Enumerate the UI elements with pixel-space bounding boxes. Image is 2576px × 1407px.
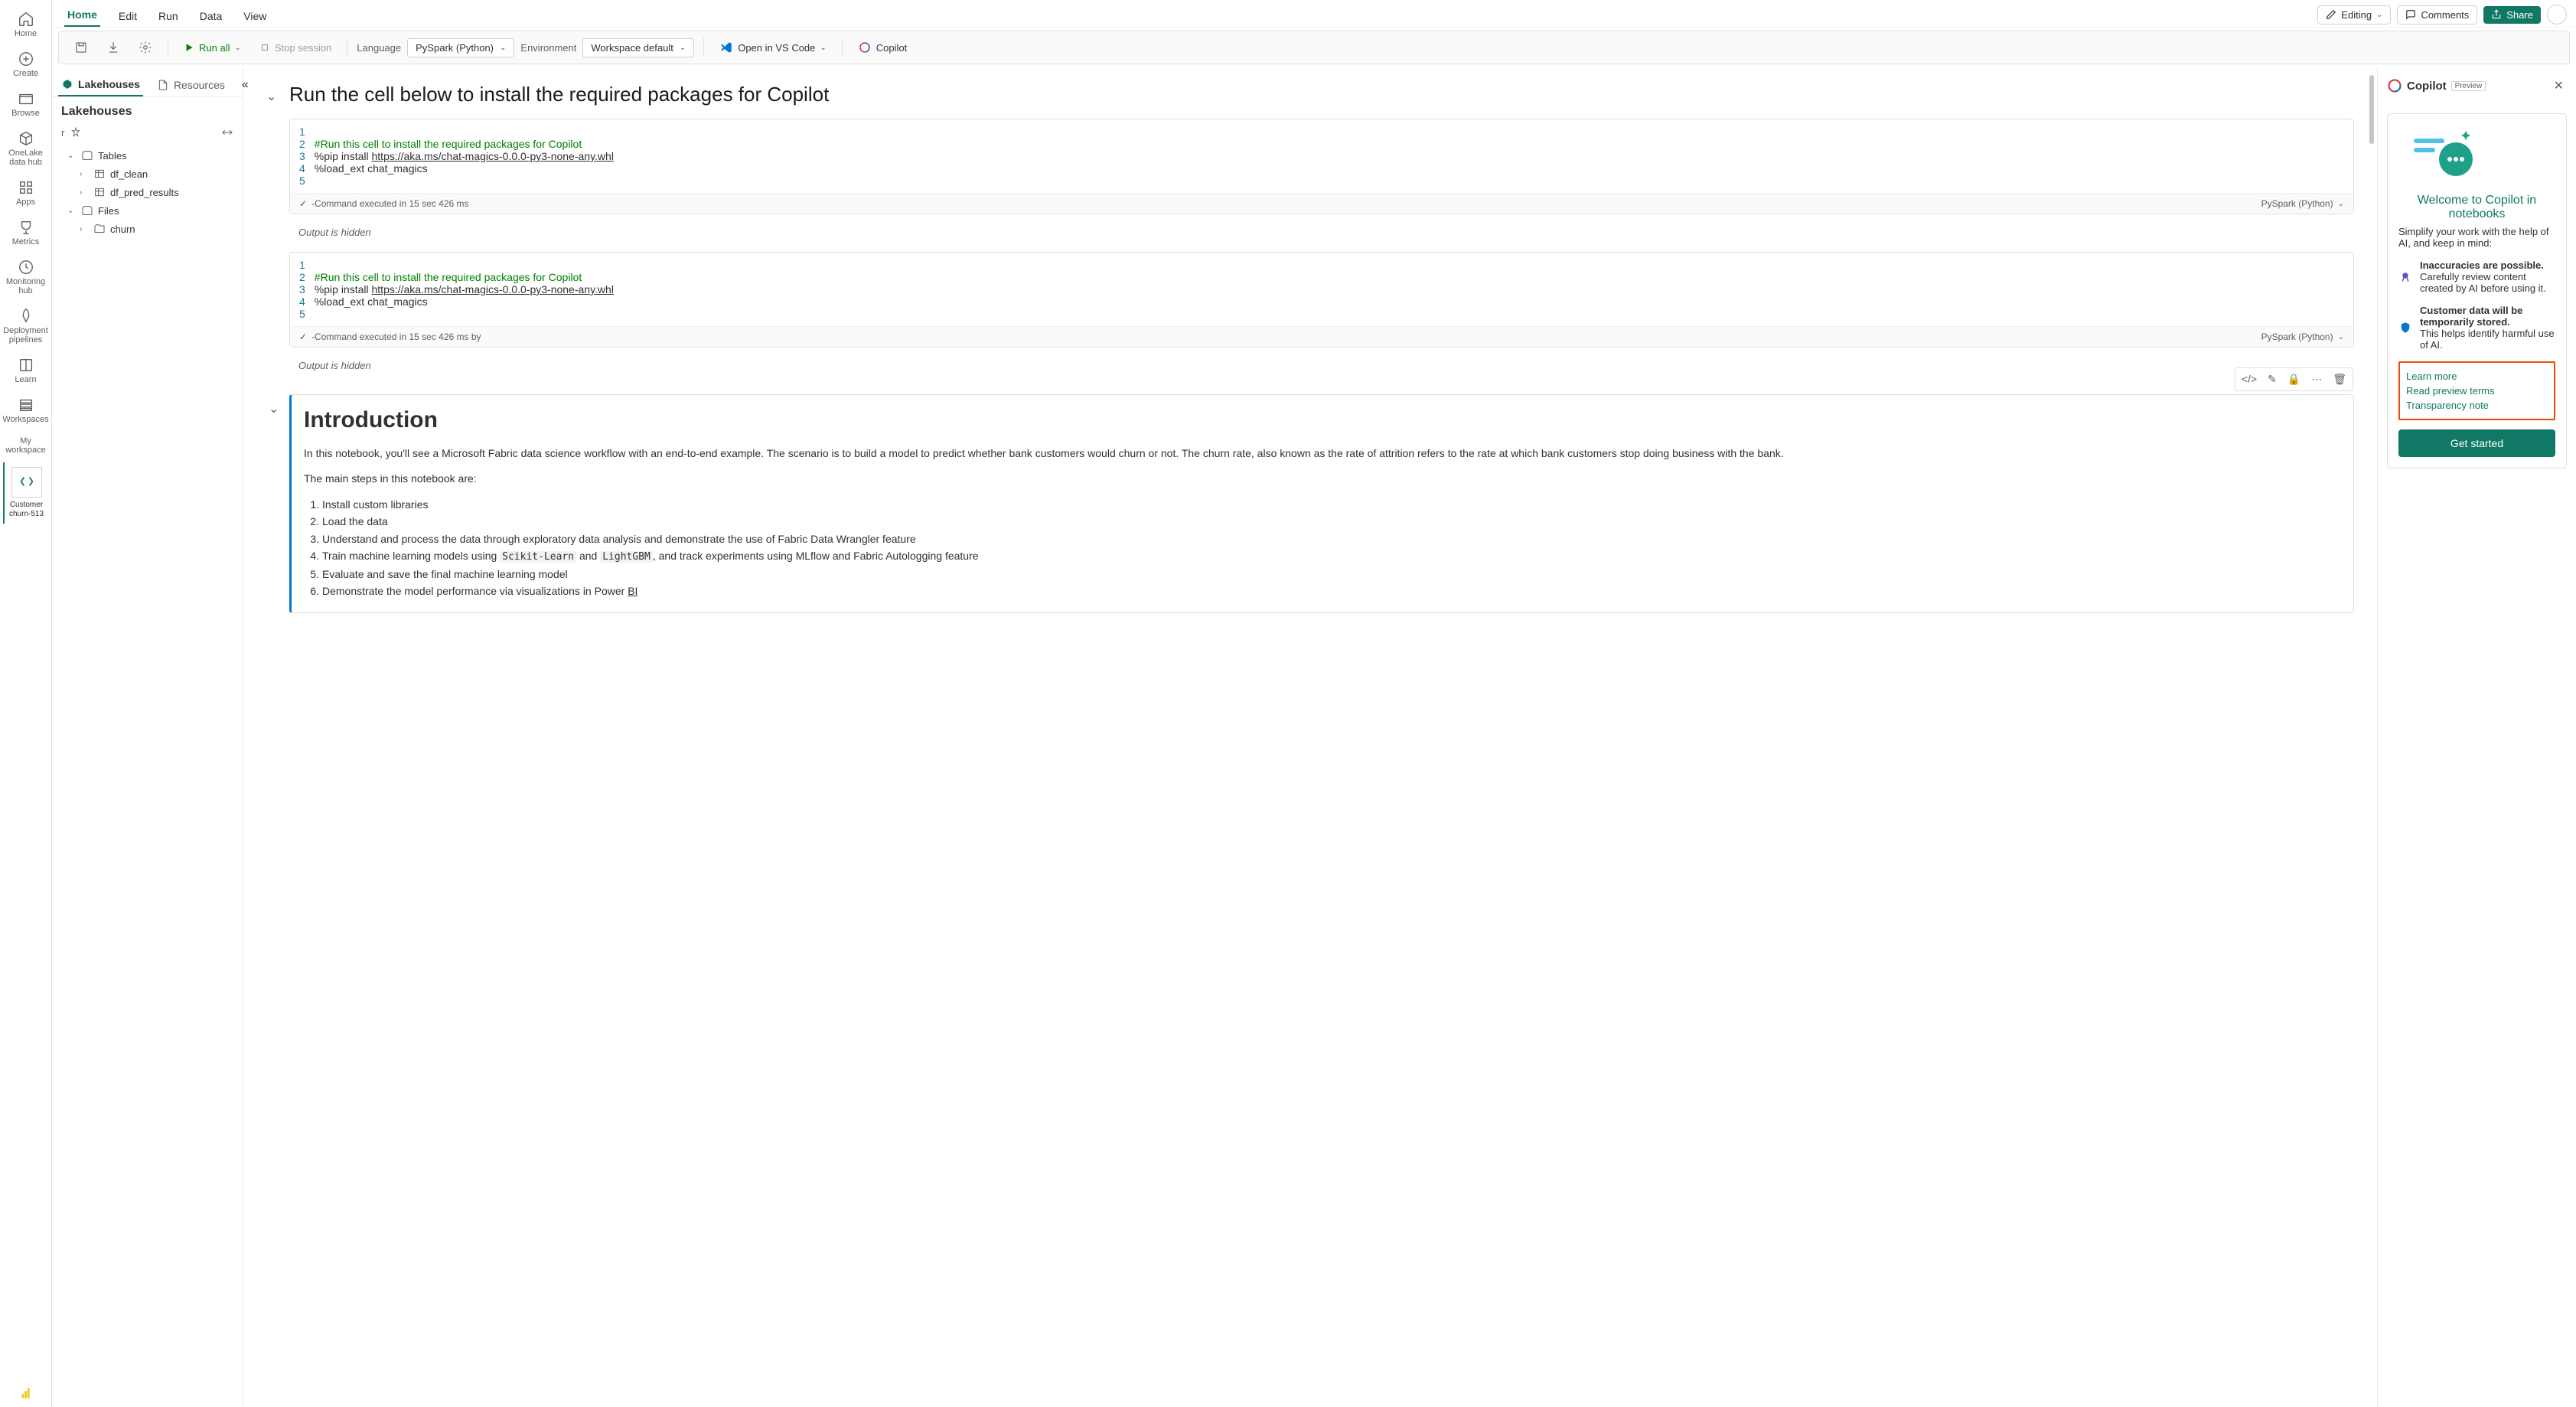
cell-status: -Command executed in 15 sec 426 ms by [311, 331, 481, 342]
rail-learn[interactable]: Learn [3, 352, 49, 389]
code-cell-1[interactable]: 12345 #Run this cell to install the requ… [289, 119, 2354, 214]
copilot-title: Copilot [2407, 80, 2447, 93]
cell-toolbar: </> ✎ 🔒 ⋯ 🗑 [2235, 367, 2353, 391]
swap-icon[interactable] [221, 126, 233, 139]
line-gutter: 12345 [299, 126, 315, 187]
explorer-tab-resources[interactable]: Resources [154, 74, 228, 96]
section-heading: Run the cell below to install the requir… [289, 83, 2354, 106]
point1-title: Inaccuracies are possible. [2420, 260, 2555, 271]
rail-apps[interactable]: Apps [3, 175, 49, 211]
language-dropdown[interactable]: PySpark (Python)⌄ [407, 38, 514, 57]
open-vscode-button[interactable]: Open in VS Code ⌄ [713, 38, 833, 57]
delete-icon[interactable]: 🗑 [2328, 370, 2351, 389]
menu-home[interactable]: Home [64, 4, 100, 27]
notebook-canvas[interactable]: ⌄ Run the cell below to install the requ… [243, 67, 2377, 1407]
cell-language-dropdown[interactable]: PySpark (Python) ⌄ [2261, 198, 2344, 209]
copilot-button[interactable]: Copilot [852, 38, 913, 57]
top-right-actions: Editing ⌄ Comments Share [2317, 5, 2567, 24]
explorer-title: Lakehouses [52, 97, 243, 122]
explorer-panel: Lakehouses Resources « Lakehouses r [52, 67, 243, 1407]
transparency-link[interactable]: Transparency note [2406, 398, 2548, 413]
intro-heading: Introduction [304, 407, 2341, 433]
copilot-logo-icon [2387, 78, 2402, 93]
code-icon[interactable]: </> [2237, 370, 2261, 389]
copilot-panel: Copilot Preview ✕ [2377, 67, 2576, 1407]
save-button[interactable] [68, 38, 94, 57]
check-icon: ✓ [299, 331, 307, 342]
user-avatar[interactable] [2547, 5, 2567, 24]
check-icon: ✓ [299, 198, 307, 209]
current-lakehouse: r [61, 127, 64, 139]
rail-workspaces[interactable]: Workspaces [3, 392, 49, 429]
menu-view[interactable]: View [240, 5, 269, 27]
shield-icon [2398, 305, 2412, 351]
menu-edit[interactable]: Edit [116, 5, 140, 27]
telescope-icon [2398, 260, 2412, 294]
copilot-hero-title: Welcome to Copilot in notebooks [2398, 194, 2555, 221]
intro-paragraph-2: The main steps in this notebook are: [304, 471, 2341, 487]
learn-more-link[interactable]: Learn more [2406, 369, 2548, 384]
markdown-cell-intro[interactable]: </> ✎ 🔒 ⋯ 🗑 ⌄ Introduction In this noteb… [289, 394, 2354, 613]
point2-title: Customer data will be temporarily stored… [2420, 305, 2555, 328]
environment-label: Environment [520, 42, 576, 54]
rail-current-notebook[interactable]: Customer churn-513 [3, 462, 49, 524]
preview-badge: Preview [2451, 81, 2486, 91]
output-collapsed[interactable]: Output is hidden [289, 355, 2354, 371]
language-label: Language [357, 42, 401, 54]
intro-steps: Install custom libraries Load the data U… [304, 496, 2341, 600]
share-button[interactable]: Share [2483, 6, 2541, 24]
tree-files[interactable]: ⌄ Files [58, 201, 236, 220]
download-button[interactable] [100, 38, 126, 57]
environment-dropdown[interactable]: Workspace default⌄ [582, 38, 694, 57]
edit-icon[interactable]: ✎ [2263, 370, 2281, 389]
cell-language-dropdown[interactable]: PySpark (Python) ⌄ [2261, 331, 2344, 342]
menu-run[interactable]: Run [155, 5, 181, 27]
settings-button[interactable] [132, 38, 158, 57]
rail-powerbi-icon[interactable] [3, 1379, 49, 1407]
code-body[interactable]: #Run this cell to install the required p… [315, 259, 2344, 320]
close-icon[interactable]: ✕ [2551, 75, 2567, 96]
stop-session-button[interactable]: Stop session [253, 39, 337, 57]
copilot-links-highlighted: Learn more Read preview terms Transparen… [2398, 361, 2555, 420]
tree-tables[interactable]: ⌄ Tables [58, 146, 236, 165]
explorer-tab-lakehouses[interactable]: Lakehouses [58, 73, 143, 96]
rail-my-workspace[interactable]: My workspace [3, 432, 49, 459]
section-collapse-icon[interactable]: ⌄ [266, 89, 276, 104]
menu-data[interactable]: Data [197, 5, 226, 27]
section-collapse-icon[interactable]: ⌄ [269, 401, 279, 416]
cell-status: -Command executed in 15 sec 426 ms [311, 198, 468, 209]
lock-icon[interactable]: 🔒 [2283, 370, 2305, 389]
menu-bar: Home Edit Run Data View [52, 0, 2576, 28]
line-gutter: 12345 [299, 259, 315, 320]
rail-onelake[interactable]: OneLake data hub [3, 126, 49, 171]
explorer-tree: ⌄ Tables › df_clean › df_pred_results [52, 143, 243, 241]
more-icon[interactable]: ⋯ [2307, 370, 2327, 389]
scrollbar[interactable] [2369, 75, 2374, 1399]
get-started-button[interactable]: Get started [2398, 429, 2555, 457]
rail-browse[interactable]: Browse [3, 86, 49, 122]
output-collapsed[interactable]: Output is hidden [289, 222, 2354, 238]
tree-table-dfclean[interactable]: › df_clean [58, 165, 236, 183]
pin-icon[interactable] [70, 127, 81, 138]
copilot-hero-subtitle: Simplify your work with the help of AI, … [2398, 226, 2555, 249]
code-body[interactable]: #Run this cell to install the required p… [315, 126, 2344, 187]
rail-deployment[interactable]: Deployment pipelines [3, 303, 49, 349]
run-all-button[interactable]: Run all ⌄ [178, 39, 247, 57]
preview-terms-link[interactable]: Read preview terms [2406, 384, 2548, 398]
rail-metrics[interactable]: Metrics [3, 214, 49, 251]
rail-create[interactable]: Create [3, 46, 49, 83]
left-nav-rail: Home Create Browse OneLake data hub Apps… [0, 0, 52, 1407]
copilot-hero-icon [2398, 125, 2483, 186]
editing-dropdown[interactable]: Editing ⌄ [2317, 5, 2391, 24]
point1-body: Carefully review content created by AI b… [2420, 271, 2555, 294]
toolbar: Run all ⌄ Stop session Language PySpark … [58, 31, 2570, 64]
comments-button[interactable]: Comments [2397, 5, 2477, 24]
code-cell-2[interactable]: 12345 #Run this cell to install the requ… [289, 252, 2354, 348]
rail-monitoring[interactable]: Monitoring hub [3, 254, 49, 300]
tree-table-dfpred[interactable]: › df_pred_results [58, 183, 236, 201]
rail-home[interactable]: Home [3, 6, 49, 43]
intro-paragraph: In this notebook, you'll see a Microsoft… [304, 446, 2341, 462]
point2-body: This helps identify harmful use of AI. [2420, 328, 2555, 351]
tree-folder-churn[interactable]: › churn [58, 220, 236, 238]
